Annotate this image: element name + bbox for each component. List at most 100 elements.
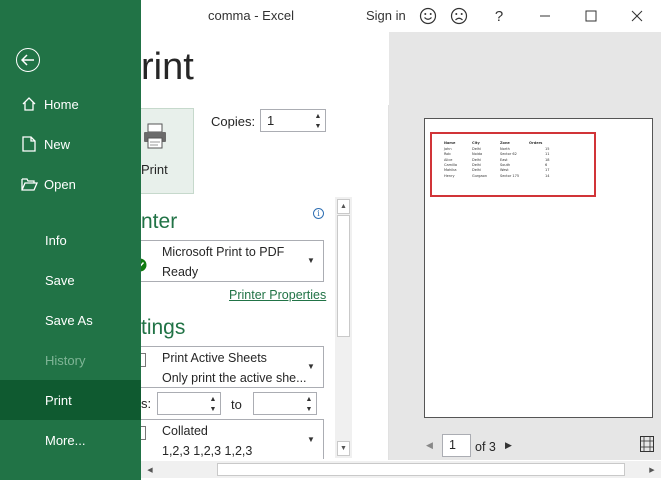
preview-cell-zone: East [500,157,508,162]
preview-cell-zone: West [500,168,509,173]
sidebar-item-home[interactable]: Home [0,84,141,124]
preview-cell-name: Rob [444,152,451,157]
page-title: rint [141,46,194,88]
new-document-icon [0,136,44,152]
preview-col-city: City [472,141,480,145]
preview-cell-zone: Sector 62 [500,152,517,157]
scroll-up-icon[interactable]: ▲ [337,199,350,214]
show-margins-icon[interactable] [640,436,654,452]
sidebar-item-label: Print [45,392,72,408]
pages-label: s: [141,396,152,411]
chevron-down-icon[interactable]: ▼ [304,404,314,414]
copies-label: Copies: [211,114,256,129]
home-icon [0,96,44,112]
sidebar-item-open[interactable]: Open [0,164,141,204]
scroll-down-icon[interactable]: ▼ [337,441,350,456]
preview-cell-orders: 11 [545,152,550,157]
preview-cell-orders: 14 [545,173,550,178]
chevron-down-icon[interactable]: ▼ [208,404,218,414]
info-icon[interactable]: i [313,208,324,219]
preview-col-orders: Orders [529,141,543,145]
sidebar-item-print[interactable]: Print [0,380,141,420]
sidebar-item-label: More... [45,432,86,448]
window-title: comma - Excel [208,8,294,23]
back-arrow-icon[interactable] [16,48,40,72]
sidebar-item-label: New [44,136,71,152]
preview-cell-orders: 15 [545,147,550,151]
preview-cell-orders: 6 [545,162,548,167]
settings-heading: tings [141,316,186,339]
pages-to-input[interactable]: ▲ ▼ [253,392,317,415]
sidebar-item-label: Save As [45,312,93,328]
close-button[interactable] [625,4,649,28]
preview-cell-city: Delhi [472,147,482,151]
collate-dropdown[interactable]: Collated 1,2,3 1,2,3 1,2,3 ▼ [133,419,324,459]
chevron-down-icon: ▼ [307,362,315,371]
collate-desc: 1,2,3 1,2,3 1,2,3 [162,444,253,458]
sidebar-item-save[interactable]: Save [0,260,141,300]
sidebar-item-label: Open [44,176,76,192]
printer-properties-link[interactable]: Printer Properties [229,288,326,302]
chevron-up-icon[interactable]: ▲ [313,111,323,121]
printer-heading: nter [141,210,178,233]
chevron-down-icon[interactable]: ▼ [313,121,323,131]
scrollbar-thumb[interactable] [217,463,625,476]
printer-dropdown[interactable]: Microsoft Print to PDF Ready ▼ [133,240,324,282]
scrollbar-thumb[interactable] [337,215,350,337]
sign-in-link[interactable]: Sign in [366,8,406,23]
sidebar-item-save-as[interactable]: Save As [0,300,141,340]
print-button[interactable]: Print [141,108,194,194]
copies-value: 1 [267,113,275,128]
preview-col-name: Name [444,141,456,145]
sidebar-item-more[interactable]: More... [0,420,141,460]
copies-stepper[interactable]: 1 ▲ ▼ [260,109,326,132]
chevron-down-icon: ▼ [307,435,315,444]
printer-name: Microsoft Print to PDF [162,245,285,259]
current-page: 1 [449,438,456,452]
backstage-sidebar: Home New Open Info Save Save As History … [0,0,141,480]
print-scope-dropdown[interactable]: Print Active Sheets Only print the activ… [133,346,324,388]
print-button-label: Print [141,162,168,177]
sidebar-item-new[interactable]: New [0,124,141,164]
frown-icon[interactable] [447,4,471,28]
scroll-right-icon[interactable]: ▶ [645,463,659,476]
sidebar-item-history: History [0,340,141,380]
sidebar-item-info[interactable]: Info [0,220,141,260]
preview-cell-zone: Sector 175 [500,173,520,178]
previous-page-icon[interactable]: ◀ [426,440,433,451]
print-scope-title: Print Active Sheets [162,351,267,365]
chevron-up-icon[interactable]: ▲ [208,394,218,404]
minimize-button[interactable] [533,4,557,28]
next-page-icon[interactable]: ▶ [505,440,512,451]
preview-col-zone: Zone [500,141,510,145]
sidebar-item-label: Info [45,232,67,248]
help-button[interactable]: ? [487,4,511,28]
printer-icon [143,123,167,154]
sidebar-item-label: History [45,352,86,368]
preview-cell-city: Noida [472,152,483,157]
preview-cell-name: Mahika [444,168,457,173]
maximize-button[interactable] [579,4,603,28]
printer-status: Ready [162,265,199,279]
collate-title: Collated [162,424,208,438]
settings-scrollbar[interactable]: ▲ ▼ [335,197,352,458]
horizontal-scrollbar[interactable]: ◀ ▶ [141,461,661,478]
pages-from-input[interactable]: ▲ ▼ [157,392,221,415]
preview-cell-orders: 17 [545,168,550,173]
smile-icon[interactable] [416,4,440,28]
page-number-input[interactable]: 1 [442,434,471,457]
preview-cell-city: Delhi [472,168,482,173]
preview-cell-city: Gurgaon [472,173,488,178]
preview-cell-name: Camilla [444,162,458,167]
sidebar-item-label: Home [44,96,79,112]
folder-open-icon [0,177,44,191]
preview-cell-orders: 18 [545,157,550,162]
preview-cell-city: Delhi [472,162,482,167]
preview-cell-name: John [444,147,452,151]
print-scope-desc: Only print the active she... [162,371,307,385]
chevron-up-icon[interactable]: ▲ [304,394,314,404]
preview-cell-zone: South [500,162,511,167]
scroll-left-icon[interactable]: ◀ [143,463,157,476]
preview-cell-name: Henry [444,173,455,178]
sidebar-item-label: Save [45,272,75,288]
